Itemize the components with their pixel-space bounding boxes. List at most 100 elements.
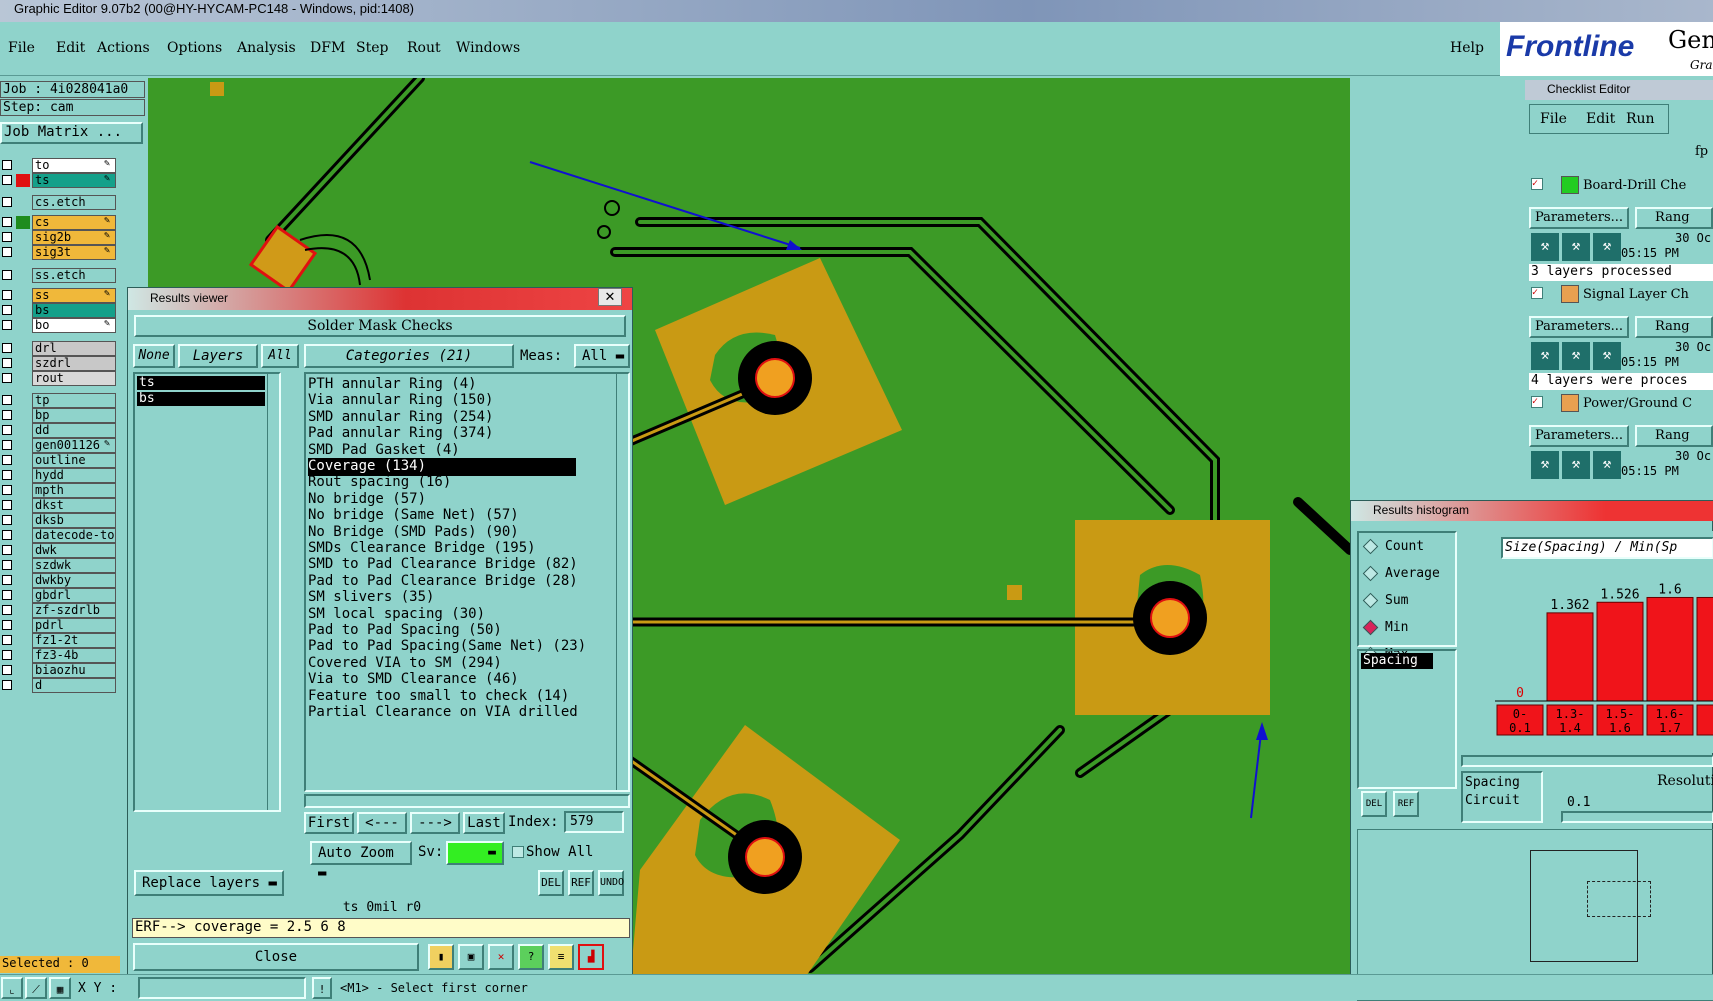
category-item[interactable]: Rout spacing (16): [308, 474, 451, 492]
layer-row[interactable]: d: [0, 678, 118, 693]
check-name[interactable]: Signal Layer Ch: [1583, 287, 1689, 302]
layer-row[interactable]: bo ✎: [0, 318, 118, 333]
layer-checkbox[interactable]: [2, 575, 12, 585]
layer-checkbox[interactable]: [2, 320, 12, 330]
layer-name[interactable]: dkst: [32, 498, 116, 513]
clear-icon[interactable]: ✕: [488, 944, 514, 970]
step-icon[interactable]: ?: [518, 944, 544, 970]
layer-row[interactable]: mpth: [0, 483, 118, 498]
category-item[interactable]: Via to SMD Clearance (46): [308, 671, 519, 689]
layer-checkbox[interactable]: [2, 425, 12, 435]
category-item[interactable]: Feature too small to check (14): [308, 688, 569, 706]
run-icon[interactable]: ⚒: [1562, 233, 1590, 261]
category-item[interactable]: SMD annular Ring (254): [308, 409, 493, 427]
layer-row[interactable]: gen001126 ✎: [0, 438, 118, 453]
zoom-icon[interactable]: ⌞: [1, 977, 23, 999]
run-icon[interactable]: ⚒: [1531, 451, 1559, 479]
layer-checkbox[interactable]: [2, 650, 12, 660]
parameters-button[interactable]: Parameters...: [1529, 207, 1629, 229]
histogram-bar[interactable]: [1596, 601, 1644, 702]
meas-select[interactable]: All ▬: [574, 344, 630, 368]
layer-checkbox[interactable]: [2, 560, 12, 570]
check-enabled-checkbox[interactable]: ✓: [1531, 287, 1543, 299]
range-button[interactable]: Rang: [1635, 207, 1713, 229]
aggregate-option-average[interactable]: Average: [1362, 564, 1455, 584]
layer-checkbox[interactable]: [2, 305, 12, 315]
sv-color-select[interactable]: ▬: [446, 841, 504, 865]
check-name[interactable]: Board-Drill Che: [1583, 178, 1686, 193]
category-item[interactable]: Coverage (134): [308, 458, 576, 476]
layer-name[interactable]: tp: [32, 393, 116, 408]
categories-button[interactable]: Categories (21): [304, 344, 514, 368]
layer-name[interactable]: gbdrl: [32, 588, 116, 603]
checklist-menu-edit[interactable]: Edit: [1586, 111, 1615, 127]
layer-row[interactable]: bp: [0, 408, 118, 423]
categories-scrollbar[interactable]: [616, 374, 628, 790]
layer-row[interactable]: dkst: [0, 498, 118, 513]
category-item[interactable]: Via annular Ring (150): [308, 392, 493, 410]
layer-row[interactable]: gbdrl: [0, 588, 118, 603]
category-item[interactable]: Covered VIA to SM (294): [308, 655, 502, 673]
close-icon[interactable]: ✕: [598, 288, 622, 306]
menu-options[interactable]: Options: [167, 40, 222, 56]
layer-row[interactable]: to ✎: [0, 158, 118, 173]
auto-zoom-select[interactable]: Auto Zoom ▬: [310, 841, 412, 881]
menu-help[interactable]: Help: [1450, 40, 1484, 56]
close-button[interactable]: Close: [133, 943, 419, 971]
layer-checkbox[interactable]: [2, 395, 12, 405]
run-icon[interactable]: ⚒: [1531, 342, 1559, 370]
layer-checkbox[interactable]: [2, 545, 12, 555]
layer-row[interactable]: pdrl: [0, 618, 118, 633]
undo-icon[interactable]: UNDO: [598, 870, 624, 896]
run-icon[interactable]: ⚒: [1531, 233, 1559, 261]
category-item[interactable]: SM slivers (35): [308, 589, 434, 607]
layer-name[interactable]: biaozhu: [32, 663, 116, 678]
layer-name[interactable]: dksb: [32, 513, 116, 528]
screen-icon[interactable]: ▣: [458, 944, 484, 970]
layer-checkbox[interactable]: [2, 232, 12, 242]
category-item[interactable]: SMD to Pad Clearance Bridge (82): [308, 556, 578, 574]
category-item[interactable]: SM local spacing (30): [308, 606, 485, 624]
check-name[interactable]: Power/Ground C: [1583, 396, 1692, 411]
list-item[interactable]: ts: [137, 376, 265, 390]
layer-checkbox[interactable]: [2, 160, 12, 170]
layer-row[interactable]: cs ✎: [0, 215, 118, 230]
check-enabled-checkbox[interactable]: ✓: [1531, 396, 1543, 408]
run-icon[interactable]: ⚒: [1593, 342, 1621, 370]
range-button[interactable]: Rang: [1635, 425, 1713, 447]
layer-name[interactable]: rout: [32, 371, 116, 386]
layer-row[interactable]: ss ✎: [0, 288, 118, 303]
layer-row[interactable]: cs.etch: [0, 195, 118, 210]
layer-row[interactable]: szdrl: [0, 356, 118, 371]
layer-row[interactable]: tp: [0, 393, 118, 408]
layer-row[interactable]: sig2b ✎: [0, 230, 118, 245]
radio-icon[interactable]: [1362, 592, 1379, 609]
layer-row[interactable]: biaozhu: [0, 663, 118, 678]
parameters-button[interactable]: Parameters...: [1529, 425, 1629, 447]
layer-checkbox[interactable]: [2, 515, 12, 525]
report-icon[interactable]: ▮: [428, 944, 454, 970]
layer-name[interactable]: mpth: [32, 483, 116, 498]
menu-file[interactable]: File: [8, 40, 35, 56]
menu-dfm[interactable]: DFM: [310, 40, 345, 56]
prev-button[interactable]: <---: [357, 812, 407, 834]
layer-name[interactable]: bp: [32, 408, 116, 423]
next-button[interactable]: --->: [410, 812, 460, 834]
layer-checkbox[interactable]: [2, 175, 12, 185]
layer-name[interactable]: fz3-4b: [32, 648, 116, 663]
categories-hscrollbar[interactable]: [304, 794, 630, 808]
category-item[interactable]: Pad to Pad Spacing(Same Net) (23): [308, 638, 586, 656]
menu-analysis[interactable]: Analysis: [237, 40, 296, 56]
layer-name[interactable]: d: [32, 678, 116, 693]
layer-checkbox[interactable]: [2, 247, 12, 257]
layer-checkbox[interactable]: [2, 635, 12, 645]
layer-name[interactable]: cs.etch: [32, 195, 116, 210]
job-matrix-button[interactable]: Job Matrix ...: [0, 122, 143, 144]
list-item[interactable]: Circuit: [1465, 793, 1520, 808]
index-input[interactable]: 579: [564, 811, 624, 833]
layer-checkbox[interactable]: [2, 470, 12, 480]
layers-scrollbar[interactable]: [267, 374, 279, 810]
histogram-hscrollbar[interactable]: [1461, 755, 1713, 767]
menu-edit[interactable]: Edit: [56, 40, 85, 56]
layer-name[interactable]: dwkby: [32, 573, 116, 588]
